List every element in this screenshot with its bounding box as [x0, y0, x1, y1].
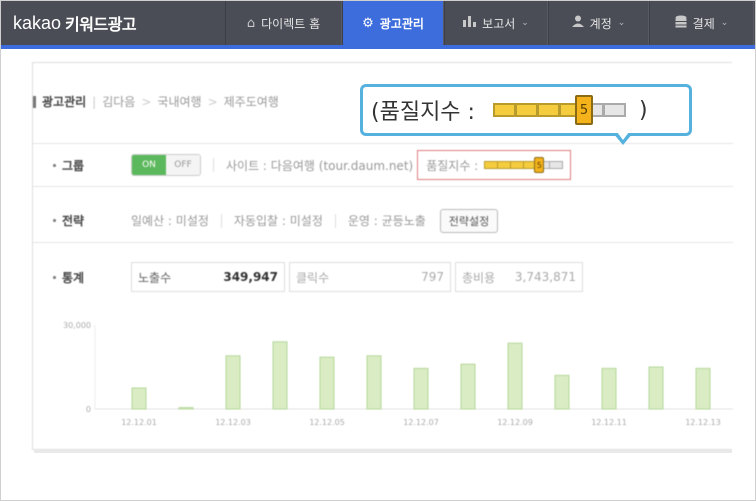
- chart-bar: [319, 356, 335, 410]
- stats-label-text: 통계: [62, 270, 85, 285]
- nav-payment[interactable]: 결제 ⌄: [649, 1, 754, 45]
- stat-value: 349,947: [223, 270, 278, 284]
- nav-label: 결제: [692, 16, 715, 31]
- nav-label: 계정: [589, 16, 612, 31]
- breadcrumb-separator: >: [141, 94, 152, 109]
- stat-value: 3,743,871: [514, 270, 576, 284]
- chevron-down-icon: ⌄: [617, 18, 626, 28]
- bullet-icon: [53, 163, 56, 167]
- stat-label: 클릭수: [296, 270, 330, 285]
- nav-label: 다이렉트 홈: [261, 16, 321, 31]
- breadcrumb-item[interactable]: 제주도여행: [224, 93, 279, 110]
- site-text: 사이트 : 다음여행 (tour.daum.net): [226, 158, 414, 173]
- toggle-off[interactable]: OFF: [166, 155, 200, 175]
- quality-meter-small: 5: [484, 157, 564, 173]
- y-tick-label: 30,000: [63, 321, 91, 330]
- callout-label: (품질지수 :: [371, 100, 475, 125]
- group-on-off-toggle[interactable]: ON OFF: [131, 154, 201, 176]
- chart-bar: [460, 363, 476, 410]
- x-tick-label: 12.12.13: [685, 418, 721, 427]
- nav-reports[interactable]: 보고서 ⌄: [444, 1, 548, 45]
- callout-close-paren: ): [638, 97, 648, 123]
- nav-label: 보고서: [482, 16, 516, 31]
- strategy-settings-button[interactable]: 전략설정: [439, 208, 499, 233]
- strategy-label: 전략: [33, 212, 131, 229]
- x-tick-label: 12.12.05: [309, 418, 345, 427]
- gear-icon: ⚙: [362, 15, 374, 31]
- quality-index-callout: (품질지수 : 5 ): [360, 84, 692, 145]
- breadcrumb: 광고관리 | 김다음 > 국내여행 > 제주도여행: [33, 93, 279, 110]
- stat-value: 797: [421, 270, 444, 284]
- chart-bar: [131, 387, 147, 410]
- home-icon: ⌂: [246, 15, 256, 31]
- quality-value-large: 5: [574, 95, 593, 125]
- breadcrumb-item[interactable]: 김다음: [102, 93, 135, 110]
- chart-bar: [178, 407, 194, 410]
- x-tick-label: 12.12.11: [591, 418, 627, 427]
- nav-accent-line: [1, 45, 755, 49]
- divider: [213, 158, 214, 172]
- nav-label: 광고관리: [379, 16, 424, 31]
- quality-label: 품질지수 :: [426, 158, 479, 173]
- quality-meter-large: 5: [492, 95, 626, 125]
- impressions-bar-chart: 30,000 0 12.12.01 12.12.03 12.12.05 12.12.07 1…: [63, 321, 733, 427]
- stats-label: 통계: [33, 269, 131, 286]
- logo-kakao: kakao: [13, 12, 62, 33]
- group-row: 그룹 ON OFF 사이트 : 다음여행 (tour.daum.net) 품질지…: [33, 143, 733, 187]
- chart-bar: [554, 374, 570, 410]
- x-tick-label: 12.12.03: [215, 418, 251, 427]
- operation-text: 운영 : 균등노출: [347, 214, 426, 228]
- group-label: 그룹: [33, 157, 131, 174]
- callout-pointer-inner: [617, 132, 629, 140]
- stats-row: 통계 노출수 349,947 클릭수 797 총비용 3,743,871: [33, 255, 733, 299]
- logo[interactable]: kakao 키워드광고: [1, 1, 225, 45]
- user-icon: [571, 15, 584, 31]
- stat-label: 노출수: [138, 270, 172, 285]
- bullet-icon: [53, 219, 56, 222]
- stat-total-cost[interactable]: 총비용 3,743,871: [455, 262, 583, 292]
- panel-shadow: [34, 449, 732, 453]
- breadcrumb-separator: |: [92, 94, 97, 109]
- chart-bar: [648, 366, 664, 410]
- x-tick-label: 12.12.09: [497, 418, 533, 427]
- bar-chart-icon: [463, 15, 477, 31]
- top-nav: kakao 키워드광고 ⌂ 다이렉트 홈 ⚙ 광고관리 보고서 ⌄ 계정 ⌄ 결…: [1, 1, 755, 45]
- stat-clicks[interactable]: 클릭수 797: [289, 262, 451, 292]
- toggle-on[interactable]: ON: [132, 155, 166, 175]
- chart-bar: [366, 355, 382, 410]
- nav-ad-management[interactable]: ⚙ 광고관리: [342, 1, 444, 45]
- bullet-icon: [53, 275, 56, 279]
- chart-bar: [225, 355, 241, 410]
- stat-impressions[interactable]: 노출수 349,947: [131, 262, 285, 292]
- breadcrumb-current: 광고관리: [42, 95, 87, 109]
- divider: [220, 213, 222, 228]
- quality-index-box: 품질지수 : 5: [417, 150, 572, 180]
- chevron-down-icon: ⌄: [720, 18, 729, 28]
- x-tick-label: 12.12.01: [121, 418, 157, 427]
- chart-bar: [507, 342, 523, 410]
- coins-icon: [675, 15, 687, 32]
- chart-bar: [695, 367, 711, 410]
- logo-service: 키워드광고: [65, 15, 137, 34]
- group-label-text: 그룹: [62, 158, 85, 173]
- daily-budget-text: 일예산 : 미설정: [131, 214, 209, 228]
- nav-account[interactable]: 계정 ⌄: [548, 1, 649, 45]
- strategy-row: 전략 일예산 : 미설정 자동입찰 : 미설정 운영 : 균등노출 전략설정: [33, 199, 733, 243]
- chart-bar: [272, 341, 288, 410]
- stat-label: 총비용: [462, 270, 496, 285]
- breadcrumb-item[interactable]: 국내여행: [157, 93, 201, 110]
- chart-bar: [413, 367, 429, 410]
- nav-direct-home[interactable]: ⌂ 다이렉트 홈: [225, 1, 342, 45]
- auto-bid-text: 자동입찰 : 미설정: [233, 214, 323, 228]
- chevron-down-icon: ⌄: [521, 18, 529, 28]
- quality-value-small: 5: [534, 157, 545, 173]
- strategy-label-text: 전략: [62, 214, 85, 228]
- y-tick-label: 0: [86, 405, 91, 414]
- x-tick-label: 12.12.07: [403, 418, 439, 427]
- breadcrumb-separator: >: [207, 94, 218, 109]
- chart-bar: [601, 367, 617, 410]
- breadcrumb-marker: [33, 95, 36, 108]
- divider: [334, 213, 336, 228]
